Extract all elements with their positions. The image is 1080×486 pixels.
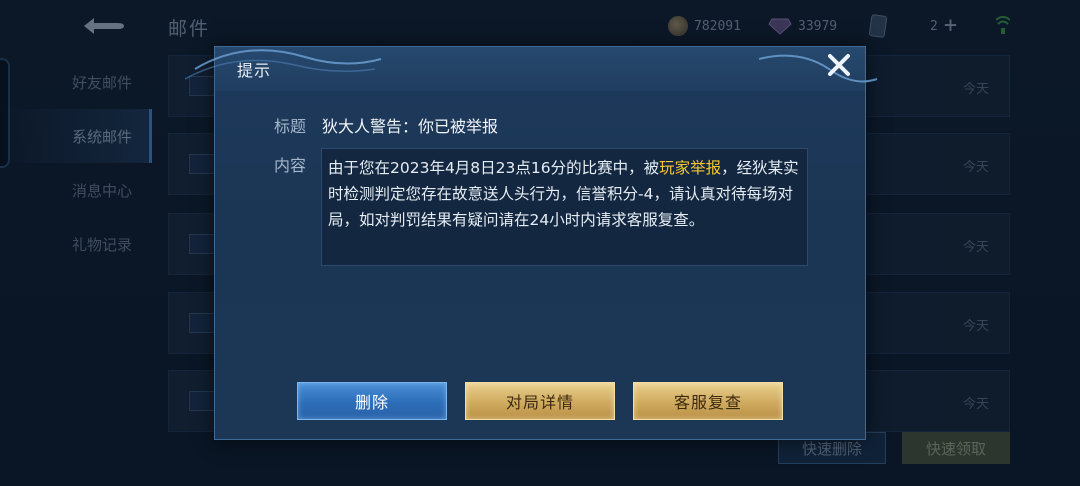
decorative-swirl-icon bbox=[185, 49, 382, 80]
subject-label: 标题 bbox=[274, 117, 307, 136]
content-label: 内容 bbox=[274, 156, 307, 175]
mail-content: 由于您在2023年4月8日23点16分的比赛中，被玩家举报，经狄某实时检测判定您… bbox=[321, 148, 808, 266]
match-details-button[interactable]: 对局详情 bbox=[465, 382, 615, 420]
dialog-title: 提示 bbox=[237, 61, 272, 80]
customer-service-review-button[interactable]: 客服复查 bbox=[633, 382, 783, 420]
delete-button[interactable]: 删除 bbox=[297, 382, 447, 420]
content-highlight: 玩家举报 bbox=[659, 159, 722, 177]
close-icon bbox=[828, 54, 850, 76]
mail-subject: 狄大人警告：你已被举报 bbox=[322, 117, 499, 136]
content-text: 由于您在2023年4月8日23点16分的比赛中，被 bbox=[328, 159, 660, 177]
decorative-swirl-icon bbox=[759, 54, 878, 83]
close-button[interactable] bbox=[822, 48, 856, 82]
